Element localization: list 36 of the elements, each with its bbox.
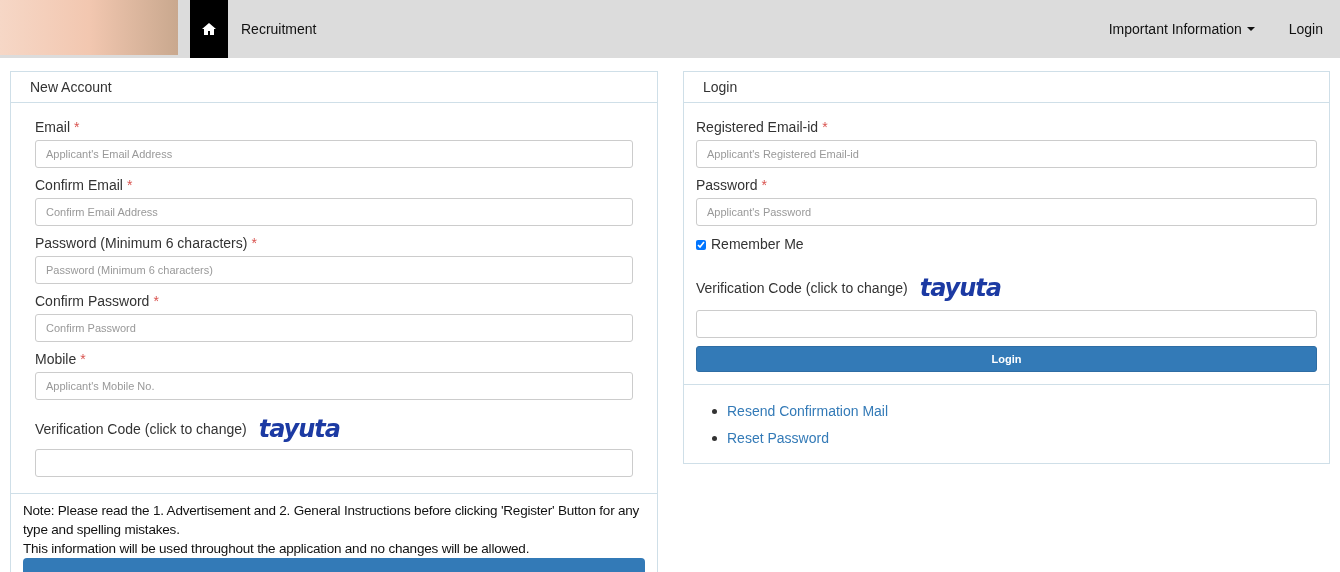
note-text: This information will be used throughout the application and no changes will be allowed. <box>23 540 531 558</box>
captcha-image[interactable]: tayuta <box>919 276 1001 300</box>
nav-link[interactable]: Important Information <box>1091 0 1272 58</box>
required-mark: * <box>251 235 257 251</box>
nav-link[interactable]: Recruitment <box>228 0 330 58</box>
field-label: Password <box>696 177 758 193</box>
text-link[interactable]: Resend Confirmation Mail <box>727 401 889 422</box>
input-field[interactable]: Password (Minimum 6 characters) <box>35 256 633 284</box>
input-field[interactable]: Applicant's Registered Email-id <box>696 140 1317 168</box>
checkbox-label: Remember Me <box>711 235 804 254</box>
required-mark: * <box>153 293 159 309</box>
field-label: Verification Code (click to change) <box>35 419 247 439</box>
field-label: Email <box>35 119 70 135</box>
nav-link[interactable]: Login <box>1271 0 1340 58</box>
required-mark: * <box>80 351 86 367</box>
input-field[interactable]: Applicant's Email Address <box>35 140 633 168</box>
required-mark: * <box>822 119 828 135</box>
field-label: Confirm Email <box>35 177 123 193</box>
field-label: Verification Code (click to change) <box>696 278 908 298</box>
field-label: Mobile <box>35 351 77 367</box>
field-label: Password (Minimum 6 characters) <box>35 235 248 251</box>
input-field[interactable]: Confirm Password <box>35 314 633 342</box>
field-label: Registered Email-id <box>696 119 819 135</box>
field-label: Confirm Password <box>35 293 150 309</box>
login-button[interactable]: Login <box>696 346 1317 372</box>
required-mark: * <box>74 119 80 135</box>
required-mark: * <box>761 177 767 193</box>
captcha-image[interactable]: tayuta <box>258 417 340 441</box>
required-mark: * <box>126 177 133 193</box>
input-field[interactable]: Confirm Email Address <box>35 198 633 226</box>
input-field[interactable]: Applicant's Password <box>696 198 1317 226</box>
panel-title: New Account <box>11 72 657 103</box>
text-link[interactable]: Reset Password <box>727 428 829 449</box>
note-text: Note: Please read the 1. Advertisement and 2. General Instructions before clicking 'Register' Button for any type and spelling mistakes. <box>23 502 641 539</box>
input-field[interactable]: Applicant's Mobile No. <box>35 372 633 400</box>
panel-title: Login <box>684 72 1329 103</box>
